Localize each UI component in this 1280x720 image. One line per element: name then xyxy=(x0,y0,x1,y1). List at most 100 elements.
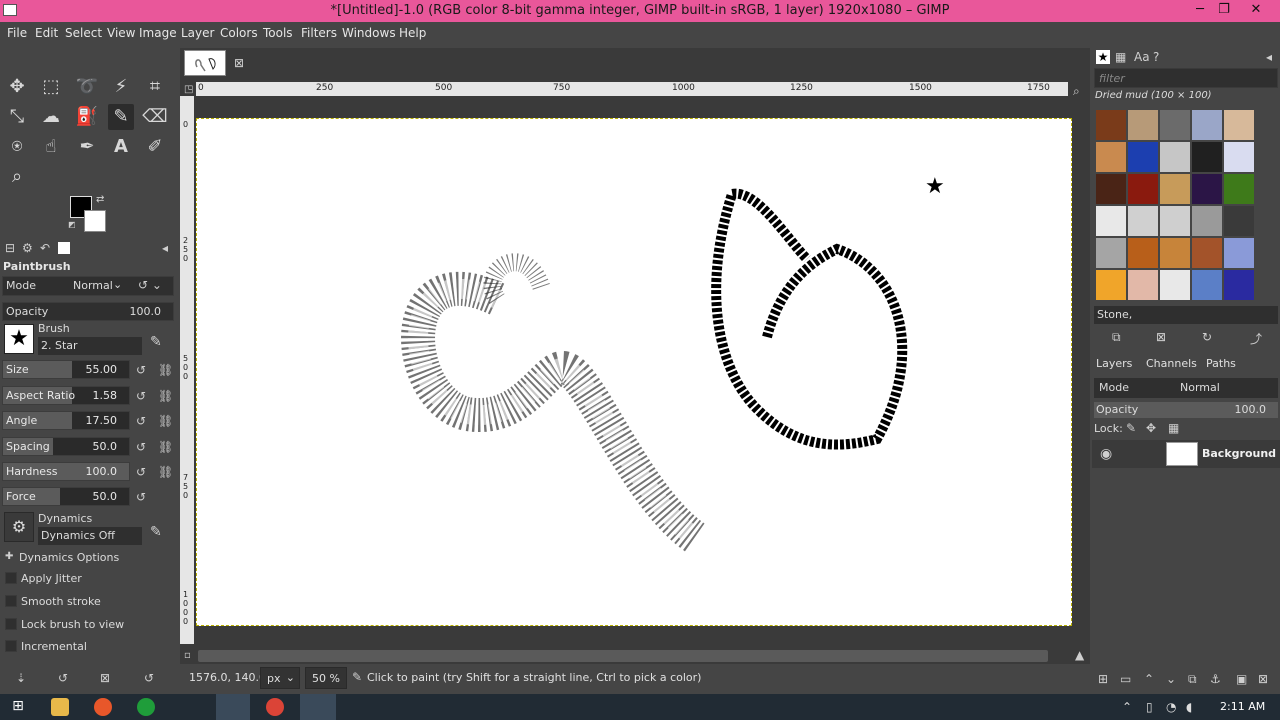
tab-layers[interactable]: Layers xyxy=(1096,354,1132,374)
raise-layer-icon[interactable]: ⌃ xyxy=(1144,672,1154,686)
incremental-checkbox[interactable] xyxy=(5,640,17,652)
tab-paths[interactable]: Paths xyxy=(1206,354,1236,374)
delete-pattern-icon[interactable]: ⊠ xyxy=(1156,330,1166,344)
spacing-slider[interactable]: Spacing 50.0 xyxy=(2,437,130,456)
reset-hardness-icon[interactable]: ↺ xyxy=(136,465,146,479)
layer-row[interactable]: ◉ Background xyxy=(1092,440,1280,468)
panel-menu-icon[interactable]: ◂ xyxy=(162,241,168,255)
volume-icon[interactable]: ◖ xyxy=(1186,700,1192,714)
open-pattern-icon[interactable]: ⤴ xyxy=(1250,330,1262,347)
images-tab-icon[interactable] xyxy=(58,242,70,254)
zoom-icon[interactable]: ⌕ xyxy=(4,164,30,190)
reset-options-icon[interactable]: ↺ xyxy=(144,671,154,685)
save-options-icon[interactable]: ⇣ xyxy=(16,671,26,685)
pattern-swatch[interactable] xyxy=(1160,174,1190,204)
file-explorer-icon[interactable] xyxy=(51,698,69,716)
dynamics-icon[interactable]: ⚙ xyxy=(4,512,34,542)
rect-select-icon[interactable]: ⬚ xyxy=(38,74,64,100)
tool-options-tab-icon[interactable]: ⊟ xyxy=(5,241,15,255)
clone-icon[interactable]: ⍟ xyxy=(4,134,30,160)
menu-image[interactable]: Image xyxy=(139,26,177,40)
pattern-swatch[interactable] xyxy=(1160,206,1190,236)
smooth-stroke-checkbox[interactable] xyxy=(5,595,17,607)
pattern-swatch[interactable] xyxy=(1192,142,1222,172)
pattern-swatch[interactable] xyxy=(1096,174,1126,204)
size-slider[interactable]: Size 55.00 xyxy=(2,360,130,379)
pattern-swatch[interactable] xyxy=(1160,270,1190,300)
text-tool-icon[interactable]: A xyxy=(108,134,134,160)
pattern-swatch[interactable] xyxy=(1160,110,1190,140)
chrome-icon[interactable] xyxy=(266,698,284,716)
duplicate-pattern-icon[interactable]: ⧉ xyxy=(1112,330,1121,345)
link-size-icon[interactable]: ⛓ xyxy=(158,363,173,377)
battery-icon[interactable]: ▯ xyxy=(1146,700,1153,714)
new-layer-group-icon[interactable]: ▭ xyxy=(1120,672,1131,686)
pattern-swatch[interactable] xyxy=(1096,110,1126,140)
angle-slider[interactable]: Angle 17.50 xyxy=(2,411,130,430)
background-color[interactable] xyxy=(84,210,106,232)
edit-dynamics-icon[interactable]: ✎ xyxy=(150,524,162,540)
menu-layer[interactable]: Layer xyxy=(181,26,214,40)
pattern-swatch[interactable] xyxy=(1224,142,1254,172)
pattern-swatch[interactable] xyxy=(1160,142,1190,172)
menu-edit[interactable]: Edit xyxy=(35,26,58,40)
pattern-swatch[interactable] xyxy=(1096,142,1126,172)
link-aspect-icon[interactable]: ⛓ xyxy=(158,389,173,403)
layer-mode-select[interactable]: Mode Normal xyxy=(1094,378,1278,398)
pattern-swatch[interactable] xyxy=(1224,110,1254,140)
pattern-swatch[interactable] xyxy=(1128,270,1158,300)
patterns-tab-icon[interactable]: ▦ xyxy=(1115,50,1126,64)
brushes-tab-icon[interactable]: ★ xyxy=(1096,50,1110,64)
tab-channels[interactable]: Channels xyxy=(1146,354,1197,374)
menu-windows[interactable]: Windows xyxy=(342,26,396,40)
transform-icon[interactable]: ⤡ xyxy=(4,104,30,130)
color-picker-icon[interactable]: ✐ xyxy=(142,134,168,160)
pattern-swatch[interactable] xyxy=(1224,206,1254,236)
windows-start-icon[interactable]: ⊞ xyxy=(9,698,27,716)
network-icon[interactable]: ◔ xyxy=(1166,700,1176,714)
menu-tools[interactable]: Tools xyxy=(263,26,293,40)
layer-opacity-slider[interactable]: Opacity 100.0 xyxy=(1094,402,1278,418)
aspect-ratio-slider[interactable]: Aspect Ratio 1.58 xyxy=(2,386,130,405)
dynamics-options-expander[interactable]: Dynamics Options xyxy=(19,551,119,564)
pattern-swatch[interactable] xyxy=(1192,270,1222,300)
lock-position-icon[interactable]: ✥ xyxy=(1146,421,1156,435)
reset-size-icon[interactable]: ↺ xyxy=(136,363,146,377)
crop-icon[interactable]: ⌗ xyxy=(142,74,168,100)
close-window-button[interactable]: ✕ xyxy=(1242,0,1270,22)
pattern-swatch[interactable] xyxy=(1128,238,1158,268)
delete-layer-icon[interactable]: ⊠ xyxy=(1258,672,1268,686)
lasso-icon[interactable]: ➰ xyxy=(74,74,100,100)
new-layer-icon[interactable]: ⊞ xyxy=(1098,672,1108,686)
pattern-swatch[interactable] xyxy=(1096,270,1126,300)
pattern-swatch[interactable] xyxy=(1096,206,1126,236)
undo-history-tab-icon[interactable]: ↶ xyxy=(40,241,50,255)
link-hardness-icon[interactable]: ⛓ xyxy=(158,465,173,479)
menu-view[interactable]: View xyxy=(107,26,135,40)
pattern-swatch[interactable] xyxy=(1128,110,1158,140)
eye-icon[interactable]: ◉ xyxy=(1100,446,1112,462)
pattern-swatch[interactable] xyxy=(1128,174,1158,204)
pattern-swatch[interactable] xyxy=(1128,142,1158,172)
pattern-swatch[interactable] xyxy=(1192,206,1222,236)
smudge-icon[interactable]: ☝ xyxy=(38,134,64,160)
tray-expand-icon[interactable]: ⌃ xyxy=(1122,700,1132,714)
quick-mask-icon[interactable]: ▫ xyxy=(184,650,191,661)
reset-spacing-icon[interactable]: ↺ xyxy=(136,440,146,454)
help-tab-icon[interactable]: ? xyxy=(1153,50,1159,64)
image-tab[interactable] xyxy=(184,50,226,76)
paintbrush-icon[interactable]: ✎ xyxy=(108,104,134,130)
menu-filters[interactable]: Filters xyxy=(301,26,337,40)
reset-force-icon[interactable]: ↺ xyxy=(136,490,146,504)
expand-icon[interactable]: ✚ xyxy=(5,551,13,562)
image-canvas[interactable]: ★ xyxy=(196,118,1072,626)
pattern-swatch[interactable] xyxy=(1192,238,1222,268)
lock-pixels-icon[interactable]: ✎ xyxy=(1126,421,1136,435)
layer-mask-icon[interactable]: ▣ xyxy=(1236,672,1247,686)
menu-select[interactable]: Select xyxy=(65,26,102,40)
lower-layer-icon[interactable]: ⌄ xyxy=(1166,672,1176,686)
swap-colors-icon[interactable]: ⇄ xyxy=(96,194,104,205)
maximize-button[interactable]: ❐ xyxy=(1210,0,1238,22)
pattern-swatch[interactable] xyxy=(1224,238,1254,268)
refresh-pattern-icon[interactable]: ↻ xyxy=(1202,330,1212,344)
